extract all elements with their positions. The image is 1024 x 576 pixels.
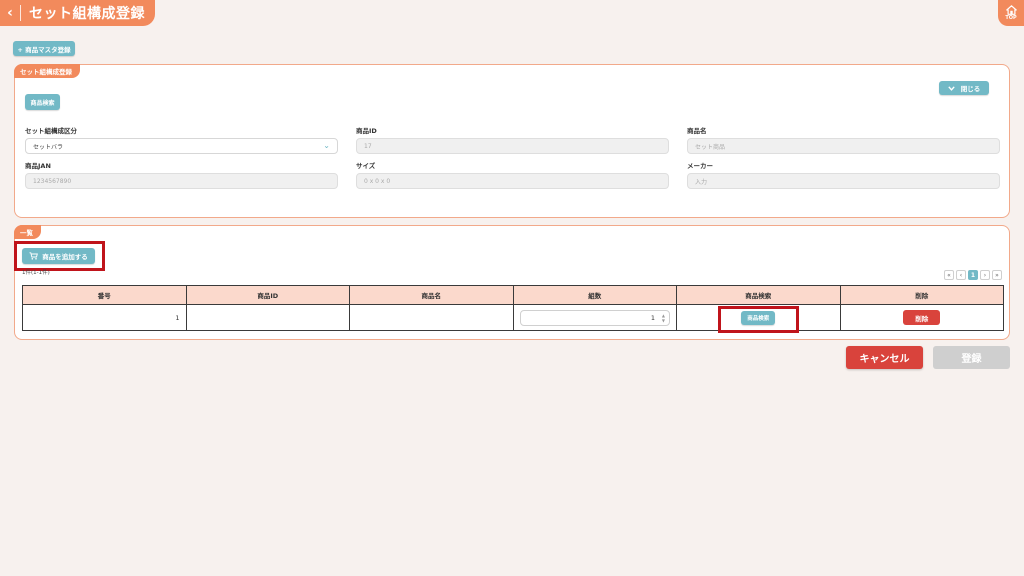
highlight-frame <box>718 306 799 333</box>
col-product-id: 商品ID <box>185 285 350 305</box>
set-type-select[interactable]: セットバラ ⌄ <box>25 138 338 154</box>
product-search-button[interactable]: 商品検索 <box>25 94 60 110</box>
pager-prev[interactable]: ‹ <box>956 270 966 280</box>
home-icon <box>1005 5 1017 15</box>
jan-label: 商品JAN <box>25 162 51 170</box>
back-icon[interactable]: ‹ <box>0 0 20 26</box>
pager-last[interactable]: » <box>992 270 1002 280</box>
jan-field: 1234567890 <box>25 173 338 189</box>
maker-field: 入力 <box>687 173 1000 189</box>
table-row: 1 1 ▲ ▼ 商品検索 削除 <box>22 304 1004 331</box>
components-table: 番号 商品ID 商品名 組数 商品検索 削除 1 1 ▲ ▼ 商品検索 削除 <box>22 285 1004 331</box>
register-button[interactable]: 登録 <box>933 346 1010 369</box>
row-product-id <box>185 304 350 331</box>
product-name-label: 商品名 <box>687 127 707 135</box>
row-product-name <box>349 304 514 331</box>
col-qty: 組数 <box>512 285 677 305</box>
product-id-label: 商品ID <box>356 127 377 135</box>
col-delete: 削除 <box>839 285 1004 305</box>
product-name-field: セット商品 <box>687 138 1000 154</box>
row-qty-cell: 1 ▲ ▼ <box>512 304 677 331</box>
highlight-frame <box>14 241 105 271</box>
row-no: 1 <box>22 304 187 331</box>
close-button[interactable]: 閉じる <box>939 81 989 95</box>
top-button[interactable]: TOP <box>998 0 1024 26</box>
spinner-icon[interactable]: ▲ ▼ <box>662 313 665 323</box>
header-divider <box>20 5 21 21</box>
pager-page-1[interactable]: 1 <box>968 270 978 280</box>
close-button-label: 閉じる <box>960 85 981 93</box>
page-title: セット組構成登録 <box>29 6 145 22</box>
col-product-name: 商品名 <box>349 285 514 305</box>
pager-next[interactable]: › <box>980 270 990 280</box>
qty-value: 1 <box>650 313 655 322</box>
chevron-down-icon <box>948 85 955 91</box>
maker-label: メーカー <box>687 162 713 170</box>
set-type-value: セットバラ <box>33 143 64 151</box>
cancel-button[interactable]: キャンセル <box>846 346 923 369</box>
list-panel-label: 一覧 <box>14 225 41 239</box>
col-no: 番号 <box>22 285 187 305</box>
pager-first[interactable]: « <box>944 270 954 280</box>
col-search: 商品検索 <box>676 285 841 305</box>
table-header-row: 番号 商品ID 商品名 組数 商品検索 削除 <box>22 285 1004 305</box>
record-count: 1件(1-1件) <box>22 270 50 276</box>
size-field: 0 x 0 x 0 <box>356 173 669 189</box>
row-delete-button[interactable]: 削除 <box>903 310 941 325</box>
list-panel: 一覧 商品を追加する 1件(1-1件) « ‹ 1 › » 番号 商品ID 商品… <box>14 225 1010 340</box>
qty-input[interactable]: 1 ▲ ▼ <box>519 309 670 326</box>
chevron-down-icon: ⌄ <box>323 141 330 150</box>
product-master-register-button[interactable]: + 商品マスタ登録 <box>13 41 75 56</box>
set-config-panel: セット組構成登録 商品検索 閉じる セット組構成区分 セットバラ ⌄ 商品ID … <box>14 64 1010 218</box>
pagination: « ‹ 1 › » <box>944 270 1002 280</box>
size-label: サイズ <box>356 162 376 170</box>
panel-label: セット組構成登録 <box>14 64 80 78</box>
top-label: TOP <box>1005 15 1017 21</box>
page-header: ‹ セット組構成登録 <box>0 0 155 26</box>
row-delete-cell: 削除 <box>839 304 1004 331</box>
product-id-field: 17 <box>356 138 669 154</box>
set-type-label: セット組構成区分 <box>25 127 77 135</box>
